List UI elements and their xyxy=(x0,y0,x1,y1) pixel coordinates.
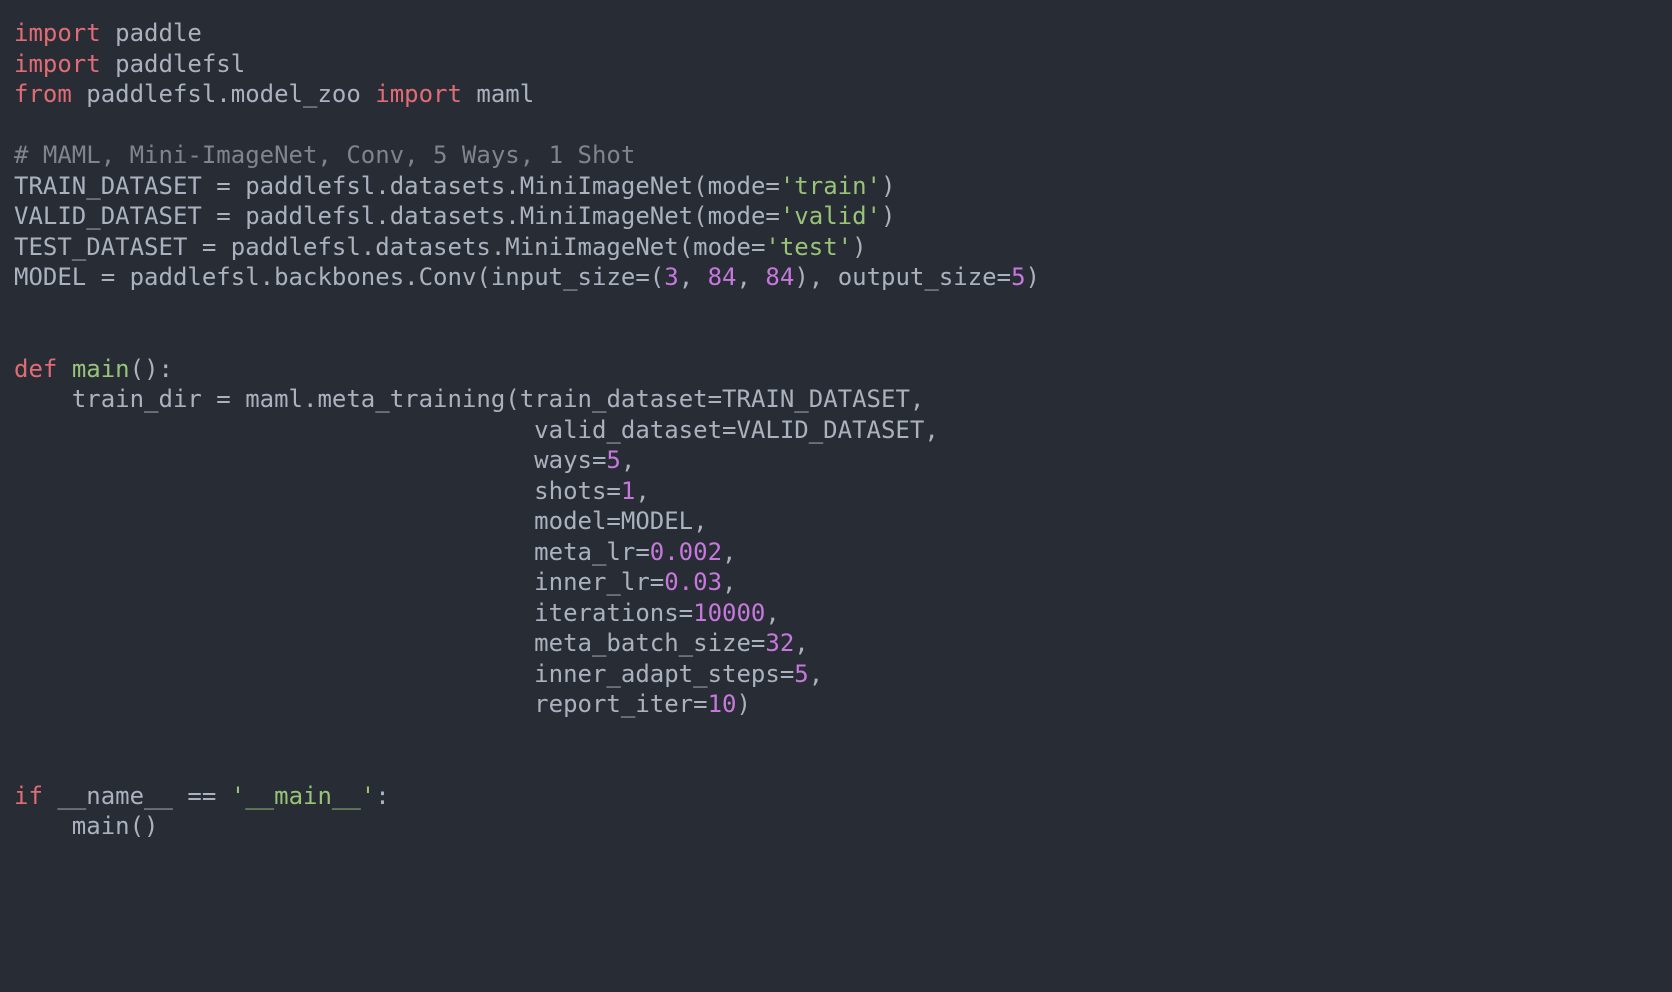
paren-open: ( xyxy=(693,202,707,230)
keyword-import: import xyxy=(14,50,101,78)
code-line: iterations=10000, xyxy=(14,599,780,627)
string-literal: 'train' xyxy=(780,172,881,200)
module-name: paddlefsl xyxy=(115,50,245,78)
paren-open: ( xyxy=(693,172,707,200)
kwarg-name: ways xyxy=(534,446,592,474)
code-line: valid_dataset=VALID_DATASET, xyxy=(14,416,939,444)
kwarg-name: mode xyxy=(693,233,751,261)
kwarg-name: shots xyxy=(534,477,606,505)
number-literal: 84 xyxy=(708,263,737,291)
string-literal: 'test' xyxy=(765,233,852,261)
number-literal: 10 xyxy=(708,690,737,718)
function-call: paddlefsl.backbones.Conv xyxy=(130,263,477,291)
code-line: ways=5, xyxy=(14,446,635,474)
paren-close: ) xyxy=(794,263,808,291)
function-call: paddlefsl.datasets.MiniImageNet xyxy=(231,233,679,261)
module-name: paddlefsl.model_zoo xyxy=(86,80,361,108)
identifier: MODEL xyxy=(14,263,86,291)
paren-close: ) xyxy=(881,172,895,200)
paren-close: ) xyxy=(736,690,750,718)
number-literal: 5 xyxy=(606,446,620,474)
code-line: meta_batch_size=32, xyxy=(14,629,809,657)
code-line: TEST_DATASET = paddlefsl.datasets.MiniIm… xyxy=(14,233,867,261)
function-call: main xyxy=(72,812,130,840)
comment: # MAML, Mini-ImageNet, Conv, 5 Ways, 1 S… xyxy=(14,141,635,169)
number-literal: 0.03 xyxy=(664,568,722,596)
code-line: import paddle xyxy=(14,19,202,47)
identifier: TEST_DATASET xyxy=(14,233,187,261)
dunder-name: __name__ xyxy=(57,782,173,810)
paren-close: ) xyxy=(852,233,866,261)
code-line: model=MODEL, xyxy=(14,507,708,535)
function-call: maml.meta_training xyxy=(245,385,505,413)
code-line: train_dir = maml.meta_training(train_dat… xyxy=(14,385,924,413)
code-line: # MAML, Mini-ImageNet, Conv, 5 Ways, 1 S… xyxy=(14,141,635,169)
code-line: MODEL = paddlefsl.backbones.Conv(input_s… xyxy=(14,263,1040,291)
number-literal: 3 xyxy=(664,263,678,291)
code-line: TRAIN_DATASET = paddlefsl.datasets.MiniI… xyxy=(14,172,895,200)
number-literal: 84 xyxy=(765,263,794,291)
kwarg-name: output_size xyxy=(838,263,997,291)
code-line: from paddlefsl.model_zoo import maml xyxy=(14,80,534,108)
number-literal: 0.002 xyxy=(650,538,722,566)
kwarg-name: inner_lr xyxy=(534,568,650,596)
number-literal: 10000 xyxy=(693,599,765,627)
code-line: main() xyxy=(14,812,159,840)
imported-name: maml xyxy=(476,80,534,108)
paren-close: ) xyxy=(144,355,158,383)
code-line: if __name__ == '__main__': xyxy=(14,782,390,810)
identifier: MODEL xyxy=(621,507,693,535)
identifier: VALID_DATASET xyxy=(14,202,202,230)
keyword-import: import xyxy=(375,80,462,108)
kwarg-name: report_iter xyxy=(534,690,693,718)
number-literal: 1 xyxy=(621,477,635,505)
keyword-if: if xyxy=(14,782,43,810)
kwarg-name: iterations xyxy=(534,599,679,627)
number-literal: 5 xyxy=(794,660,808,688)
module-name: paddle xyxy=(115,19,202,47)
paren-open: ( xyxy=(130,355,144,383)
kwarg-name: input_size xyxy=(491,263,636,291)
paren-close: ) xyxy=(1026,263,1040,291)
paren-open: ( xyxy=(130,812,144,840)
number-literal: 5 xyxy=(1011,263,1025,291)
keyword-from: from xyxy=(14,80,72,108)
identifier: VALID_DATASET xyxy=(736,416,924,444)
code-line: meta_lr=0.002, xyxy=(14,538,736,566)
kwarg-name: inner_adapt_steps xyxy=(534,660,780,688)
kwarg-name: mode xyxy=(708,202,766,230)
string-literal: '__main__' xyxy=(231,782,376,810)
paren-close: ) xyxy=(881,202,895,230)
function-name: main xyxy=(72,355,130,383)
code-line: inner_adapt_steps=5, xyxy=(14,660,823,688)
kwarg-name: valid_dataset xyxy=(534,416,722,444)
code-line: report_iter=10) xyxy=(14,690,751,718)
paren-open: ( xyxy=(679,233,693,261)
function-call: paddlefsl.datasets.MiniImageNet xyxy=(245,172,693,200)
number-literal: 32 xyxy=(765,629,794,657)
kwarg-name: mode xyxy=(708,172,766,200)
string-literal: 'valid' xyxy=(780,202,881,230)
function-call: paddlefsl.datasets.MiniImageNet xyxy=(245,202,693,230)
code-line: shots=1, xyxy=(14,477,650,505)
code-line: inner_lr=0.03, xyxy=(14,568,736,596)
code-line: VALID_DATASET = paddlefsl.datasets.MiniI… xyxy=(14,202,895,230)
paren-close: ) xyxy=(144,812,158,840)
kwarg-name: train_dataset xyxy=(520,385,708,413)
identifier: train_dir xyxy=(72,385,202,413)
code-line: def main(): xyxy=(14,355,173,383)
code-line: import paddlefsl xyxy=(14,50,245,78)
keyword-import: import xyxy=(14,19,101,47)
kwarg-name: meta_lr xyxy=(534,538,635,566)
paren-open: ( xyxy=(650,263,664,291)
identifier: TRAIN_DATASET xyxy=(14,172,202,200)
kwarg-name: model xyxy=(534,507,606,535)
paren-open: ( xyxy=(505,385,519,413)
keyword-def: def xyxy=(14,355,57,383)
paren-open: ( xyxy=(476,263,490,291)
code-editor[interactable]: import paddle import paddlefsl from padd… xyxy=(0,0,1672,860)
kwarg-name: meta_batch_size xyxy=(534,629,751,657)
identifier: TRAIN_DATASET xyxy=(722,385,910,413)
